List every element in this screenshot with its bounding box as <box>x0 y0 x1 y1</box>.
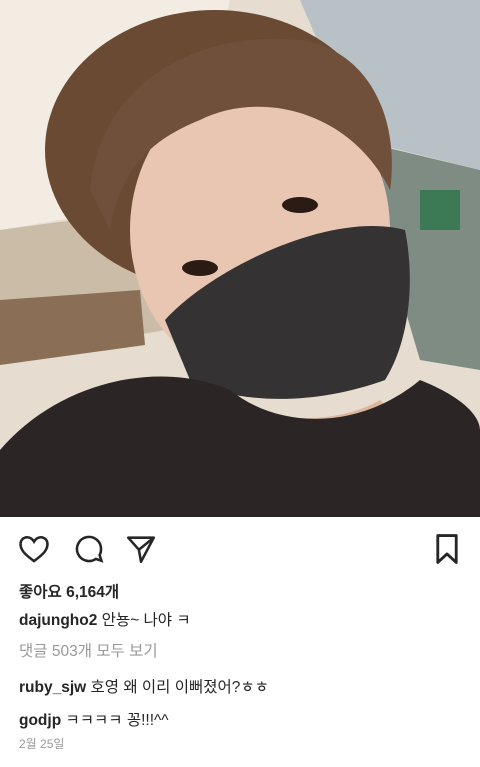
comment-bubble-icon[interactable] <box>72 532 106 566</box>
comment-username[interactable]: ruby_sjw <box>19 679 86 696</box>
post-photo[interactable] <box>0 0 480 517</box>
comment-item: ruby_sjw 호영 왜 이리 이뻐졌어?ㅎㅎ <box>19 675 269 697</box>
caption-username[interactable]: dajungho2 <box>19 612 97 629</box>
comment-username[interactable]: godjp <box>19 712 61 729</box>
heart-icon[interactable] <box>17 532 51 566</box>
comment-item: godjp ㅋㅋㅋㅋ 꽁!!!^^ <box>19 708 169 730</box>
comment-text: 호영 왜 이리 이뻐졌어?ㅎㅎ <box>90 679 269 696</box>
post-date: 2월 25일 <box>19 737 65 751</box>
post-caption: dajungho2 안뇽~ 나야 ㅋ <box>19 608 191 630</box>
caption-text: 안뇽~ 나야 ㅋ <box>101 612 191 629</box>
action-bar <box>0 531 480 567</box>
view-all-comments-link[interactable]: 댓글 503개 모두 보기 <box>19 639 158 661</box>
selfie-photo-illustration <box>0 0 480 517</box>
bookmark-icon[interactable] <box>430 532 464 566</box>
paper-plane-icon[interactable] <box>124 532 158 566</box>
comment-text: ㅋㅋㅋㅋ 꽁!!!^^ <box>65 712 169 729</box>
likes-count[interactable]: 좋아요 6,164개 <box>19 580 119 602</box>
